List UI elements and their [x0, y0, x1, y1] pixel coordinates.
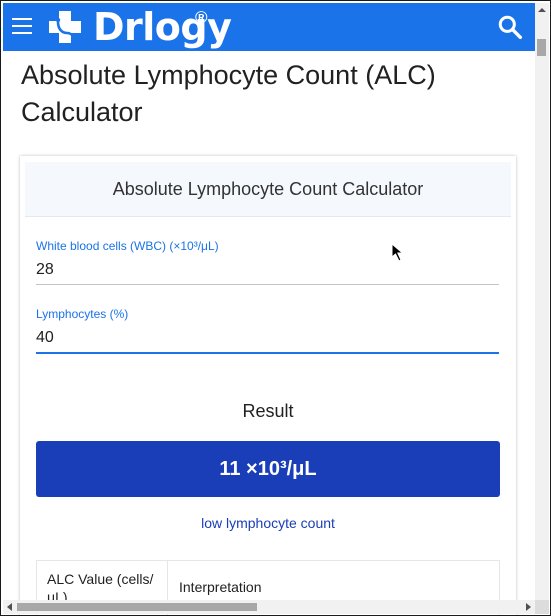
interpretation-text: low lymphocyte count: [201, 515, 335, 531]
scroll-left-arrow-icon[interactable]: [5, 602, 15, 612]
search-icon[interactable]: [497, 14, 523, 40]
vertical-scroll-thumb[interactable]: [537, 39, 546, 56]
lymphocytes-field: Lymphocytes (%): [36, 307, 499, 354]
lymphocytes-input[interactable]: [36, 326, 499, 350]
wbc-field: White blood cells (WBC) (×10³/μL): [36, 239, 499, 285]
vertical-scrollbar[interactable]: [535, 3, 549, 600]
horizontal-scrollbar[interactable]: [3, 600, 535, 614]
lymphocytes-label: Lymphocytes (%): [36, 307, 129, 321]
lymphocytes-underline: [36, 352, 499, 354]
calculator-card: Absolute Lymphocyte Count Calculator Whi…: [20, 156, 516, 615]
brand-name[interactable]: Drlogy: [93, 5, 232, 49]
browser-viewport: Drlogy ® Absolute Lymphocyte Count (ALC)…: [0, 0, 551, 616]
result-label: Result: [242, 401, 294, 421]
result-value: 11 ×10³/μL: [36, 441, 500, 497]
drlogy-logo-icon[interactable]: [46, 8, 86, 48]
mouse-cursor-icon: [391, 243, 404, 262]
wbc-underline: [36, 284, 499, 285]
table-header-interpretation: Interpretation: [179, 579, 262, 595]
registered-mark: ®: [195, 8, 208, 27]
horizontal-scroll-thumb[interactable]: [17, 603, 257, 611]
wbc-input[interactable]: [36, 258, 499, 282]
wbc-label: White blood cells (WBC) (×10³/μL): [36, 239, 219, 253]
scroll-up-arrow-icon[interactable]: [535, 3, 549, 17]
top-nav-bar: Drlogy ®: [3, 3, 535, 51]
page-title: Absolute Lymphocyte Count (ALC) Calculat…: [21, 60, 436, 127]
scroll-right-arrow-icon[interactable]: [523, 602, 533, 612]
scrollbar-corner: [535, 600, 549, 614]
calculator-heading: Absolute Lymphocyte Count Calculator: [25, 162, 511, 217]
hamburger-menu-icon[interactable]: [12, 18, 32, 36]
